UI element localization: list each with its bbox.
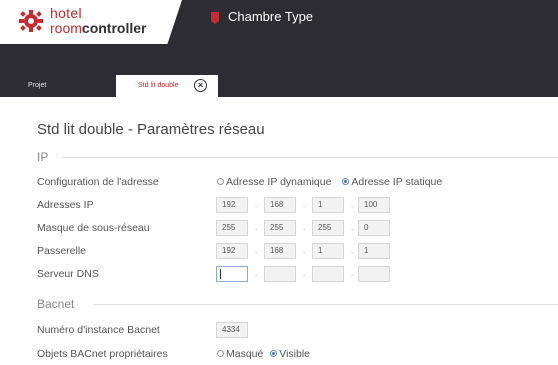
logo-room: room [50,20,82,36]
octet-separator: . [351,269,354,278]
logo-line2: roomcontroller [50,21,146,36]
dns-octet-4[interactable] [358,266,390,282]
room-type-icon [211,12,219,24]
octet-separator: . [255,200,258,209]
tab-projet[interactable]: Projet [28,82,46,89]
radio-masque[interactable]: Masqué [217,348,263,360]
section-heading-bacnet: Bacnet [37,297,75,311]
radio-visible[interactable]: Visible [270,348,310,360]
mask-octet-1[interactable]: 255 [216,220,248,236]
radio-icon [217,350,224,357]
ip-octet-3[interactable]: 1 [312,197,344,213]
octet-separator: . [303,200,306,209]
radio-ip-dynamique[interactable]: Adresse IP dynamique [217,176,331,188]
bacnet-objects-radio-group: Masqué Visible [217,348,318,360]
octet-separator: . [351,246,354,255]
logo-panel: hotel roomcontroller [0,0,182,44]
context-title: Chambre Type [228,9,314,24]
tab-std-lit-double[interactable]: Std lit double × [116,75,218,97]
section-divider [62,157,558,158]
subnet-mask-label: Masque de sous-réseau [37,222,150,234]
radio-ip-statique[interactable]: Adresse IP statique [342,176,442,188]
octet-separator: . [255,269,258,278]
mask-octet-3[interactable]: 255 [312,220,344,236]
octet-separator: . [303,223,306,232]
section-divider [94,304,558,305]
octet-separator: . [255,246,258,255]
section-heading-ip: IP [37,150,49,164]
ip-octet-1[interactable]: 192 [216,197,248,213]
logo-text: hotel roomcontroller [50,6,146,36]
page-title: Std lit double - Paramètres réseau [37,121,265,138]
radio-label: Visible [279,348,311,360]
logo-controller: controller [81,20,147,36]
ip-address-label: Adresses IP [37,199,94,211]
bacnet-instance-input[interactable]: 4334 [216,322,248,338]
gateway-octet-3[interactable]: 1 [312,243,344,259]
radio-icon [217,178,224,185]
gateway-label: Passerelle [37,245,87,257]
gateway-octet-4[interactable]: 1 [358,243,390,259]
radio-selected-icon [270,350,278,357]
octet-separator: . [303,246,306,255]
mask-octet-2[interactable]: 255 [264,220,296,236]
tab-label: Std lit double [138,82,179,89]
dns-label: Serveur DNS [37,268,99,280]
radio-label: Adresse IP statique [351,176,443,188]
bacnet-objects-label: Objets BACnet propriétaires [37,348,168,360]
octet-separator: . [351,223,354,232]
radio-selected-icon [342,178,350,185]
octet-separator: . [351,200,354,209]
close-tab-icon[interactable]: × [194,79,207,92]
radio-label: Masqué [226,348,264,360]
app-header: hotel roomcontroller Chambre Type Projet… [0,0,558,97]
radio-label: Adresse IP dynamique [226,176,332,188]
logo-line1: hotel [50,5,82,21]
config-label: Configuration de l'adresse [37,176,159,188]
ip-config-radio-group: Adresse IP dynamique Adresse IP statique [217,176,450,188]
dns-octet-3[interactable] [312,266,344,282]
gateway-octet-2[interactable]: 168 [264,243,296,259]
gateway-octet-1[interactable]: 192 [216,243,248,259]
ip-octet-2[interactable]: 168 [264,197,296,213]
logo-gear-icon [19,10,43,32]
mask-octet-4[interactable]: 0 [358,220,390,236]
dns-octet-2[interactable] [264,266,296,282]
ip-octet-4[interactable]: 100 [358,197,390,213]
bacnet-instance-label: Numéro d'instance Bacnet [37,324,160,336]
octet-separator: . [255,223,258,232]
dns-octet-1[interactable] [216,266,248,282]
octet-separator: . [303,269,306,278]
